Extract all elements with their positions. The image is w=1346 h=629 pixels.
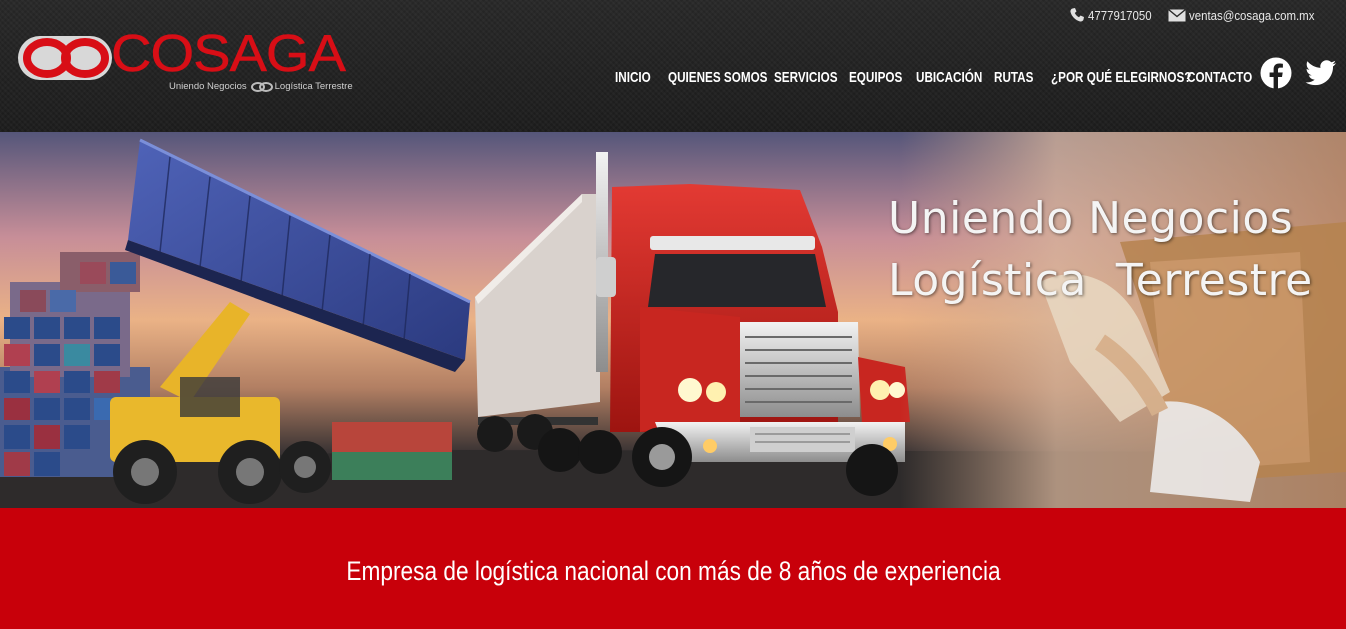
nav-item-rutas[interactable]: RUTAS: [994, 69, 1045, 87]
nav-link-rutas[interactable]: RUTAS: [994, 69, 1033, 86]
nav-link-equipos[interactable]: EQUIPOS: [849, 69, 902, 86]
logo[interactable]: COSAGA Uniendo Negocios Logística Terrest…: [17, 25, 353, 100]
nav-item-equipos[interactable]: EQUIPOS: [849, 69, 917, 87]
tagline-right: Logística Terrestre: [274, 81, 353, 92]
brand-name: COSAGA: [111, 25, 346, 83]
logo-mark-icon: [18, 36, 112, 80]
nav-link-servicios[interactable]: SERVICIOS: [774, 69, 838, 86]
nav-link-inicio[interactable]: INICIO: [615, 69, 651, 86]
nav-item-inicio[interactable]: INICIO: [615, 69, 661, 87]
nav-item-ubicacion[interactable]: UBICACIÓN: [916, 69, 1001, 87]
tagline-banner: Empresa de logística nacional con más de…: [0, 508, 1346, 629]
envelope-icon: [1168, 8, 1187, 21]
banner-heading: Empresa de logística nacional con más de…: [0, 556, 1346, 587]
email-address: ventas@cosaga.com.mx: [1189, 7, 1315, 23]
chain-icon: [251, 82, 273, 92]
nav-link-quienes-somos[interactable]: QUIENES SOMOS: [668, 69, 767, 86]
nav-link-por-que-elegirnos[interactable]: ¿POR QUÉ ELEGIRNOS?: [1051, 69, 1191, 86]
facebook-icon[interactable]: [1259, 56, 1293, 90]
site-header: COSAGA Uniendo Negocios Logística Terrest…: [0, 0, 1346, 132]
nav-item-servicios[interactable]: SERVICIOS: [774, 69, 855, 87]
twitter-icon[interactable]: [1305, 60, 1337, 87]
hero-title: Uniendo Negocios Logística Terrestre: [888, 188, 1313, 312]
phone-number: 4777917050: [1088, 7, 1152, 23]
contact-bar: 4777917050 ventas@cosaga.com.mx: [1069, 7, 1332, 23]
phone-icon: [1070, 8, 1085, 22]
hero-title-line2: Logística Terrestre: [888, 255, 1313, 306]
hero-banner: Uniendo Negocios Logística Terrestre: [0, 132, 1346, 508]
email-link[interactable]: ventas@cosaga.com.mx: [1168, 8, 1332, 23]
banner-text: Empresa de logística nacional con más de…: [345, 556, 1001, 586]
nav-link-ubicacion[interactable]: UBICACIÓN: [916, 69, 982, 86]
tagline-left: Uniendo Negocios: [169, 81, 247, 92]
hero-title-line1: Uniendo Negocios: [888, 193, 1294, 244]
nav-link-contacto[interactable]: CONTACTO: [1187, 69, 1252, 86]
phone-link[interactable]: 4777917050: [1069, 7, 1160, 23]
